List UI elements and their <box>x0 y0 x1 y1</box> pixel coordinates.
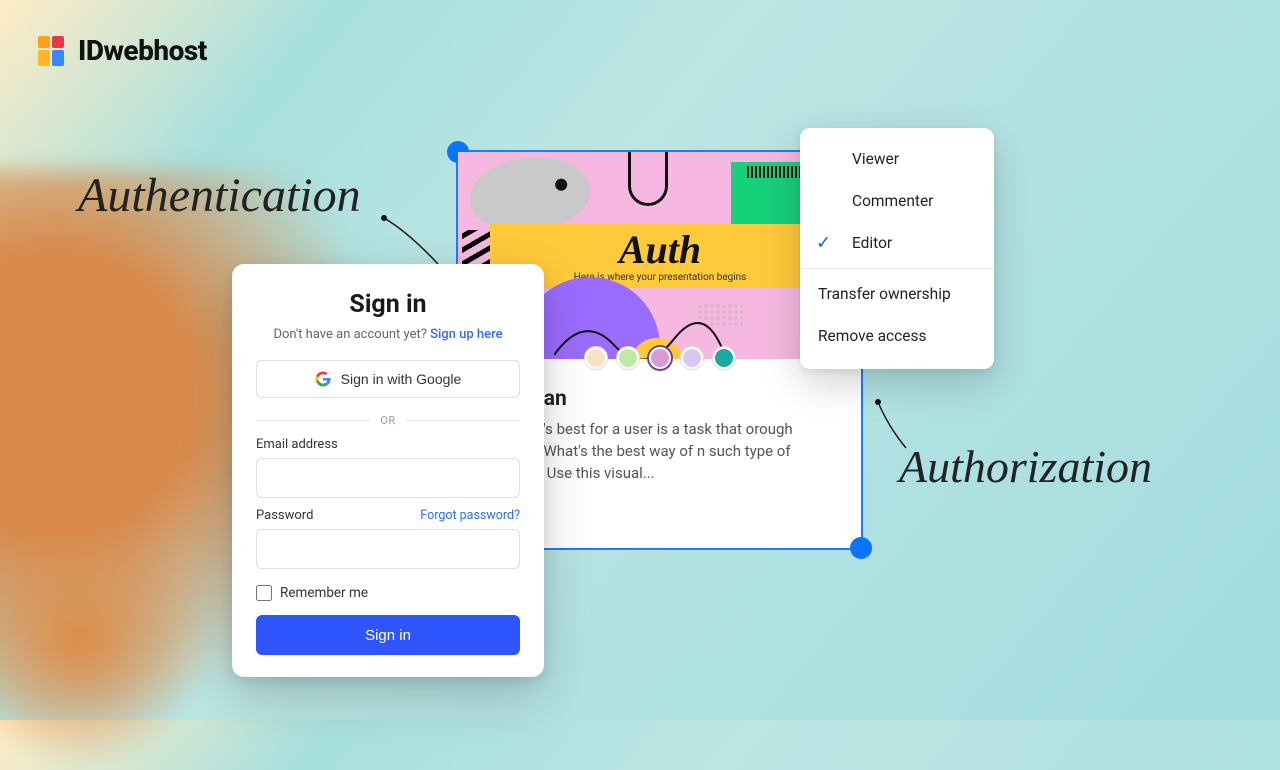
palette-swatch[interactable] <box>681 347 703 369</box>
leader-line <box>380 214 458 270</box>
remember-me-label: Remember me <box>280 585 368 601</box>
slide-title: Auth <box>619 230 701 270</box>
signin-title: Sign in <box>256 290 520 319</box>
password-field[interactable] <box>256 529 520 569</box>
role-option-viewer[interactable]: ✓Viewer <box>800 138 994 180</box>
color-palette <box>458 347 861 369</box>
menu-action-transfer-ownership[interactable]: Transfer ownership <box>800 273 994 315</box>
google-button-label: Sign in with Google <box>341 371 462 387</box>
palette-swatch[interactable] <box>649 347 671 369</box>
email-field[interactable] <box>256 458 520 498</box>
logo-mark-icon <box>38 36 68 66</box>
password-label: Password <box>256 508 313 523</box>
palette-swatch[interactable] <box>713 347 735 369</box>
logo-text: IDwebhost <box>78 34 207 67</box>
google-icon <box>315 371 331 387</box>
authorization-label: Authorization <box>899 440 1152 493</box>
no-account-text: Don't have an account yet? <box>273 327 426 342</box>
palette-swatch[interactable] <box>585 347 607 369</box>
signin-card: Sign in Don't have an account yet? Sign … <box>232 264 544 677</box>
role-menu: ✓Viewer✓Commenter✓Editor Transfer ownersh… <box>800 128 994 369</box>
email-label: Email address <box>256 437 520 452</box>
divider-or: OR <box>256 414 520 427</box>
signin-subtext: Don't have an account yet? Sign up here <box>256 327 520 342</box>
remember-me-row[interactable]: Remember me <box>256 585 520 601</box>
brand-logo: IDwebhost <box>38 34 207 67</box>
role-option-commenter[interactable]: ✓Commenter <box>800 180 994 222</box>
forgot-password-link[interactable]: Forgot password? <box>420 508 520 523</box>
check-icon: ✓ <box>816 233 831 254</box>
role-option-editor[interactable]: ✓Editor <box>800 222 994 264</box>
background-blob <box>0 510 210 770</box>
remember-me-checkbox[interactable] <box>256 585 272 601</box>
signin-submit-button[interactable]: Sign in <box>256 615 520 655</box>
selection-handle[interactable] <box>850 537 872 559</box>
authentication-label: Authentication <box>78 168 361 223</box>
signup-link[interactable]: Sign up here <box>430 327 502 342</box>
palette-swatch[interactable] <box>617 347 639 369</box>
